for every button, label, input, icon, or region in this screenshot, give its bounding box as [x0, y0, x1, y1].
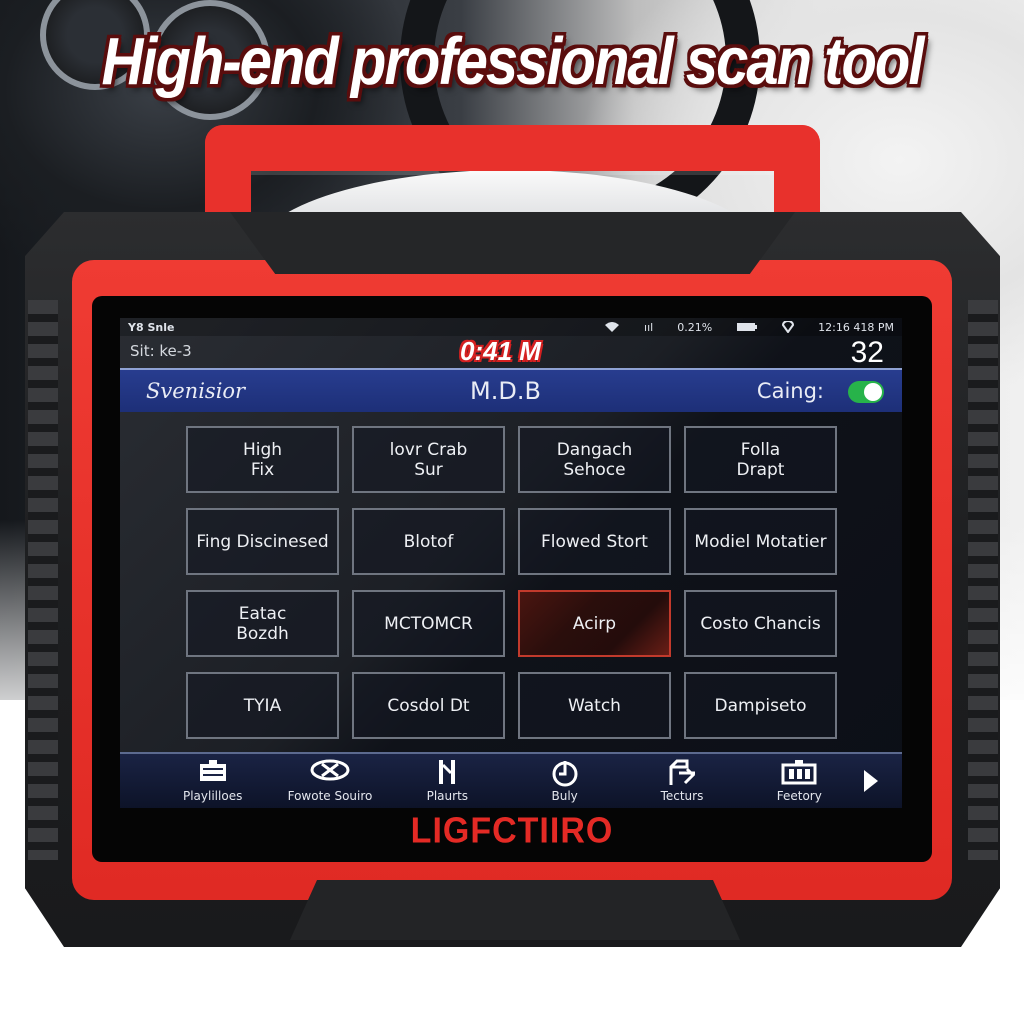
function-tile[interactable]: Modiel Motatier: [684, 508, 837, 575]
signal-icon: ııl: [644, 320, 654, 334]
right-grip: [968, 300, 998, 860]
bottom-nav: Playlilloes Fowote Souiro Plaurts Buly T…: [120, 752, 902, 808]
subheader-time: 0:41 M: [460, 336, 541, 366]
battery-percent: 0.21%: [677, 320, 713, 334]
bumper-bottom: [290, 880, 740, 940]
nav-label: Playlilloes: [182, 789, 243, 803]
nav-item-fowote-souiro[interactable]: Fowote Souiro: [271, 759, 388, 803]
function-tile[interactable]: Fing Discinesed: [186, 508, 339, 575]
function-tile[interactable]: lovr Crab Sur: [352, 426, 505, 493]
toolbox-icon: [198, 759, 228, 785]
nav-item-buly[interactable]: Buly: [506, 759, 623, 803]
bracket-icon: [437, 759, 457, 785]
wifi-icon: [604, 321, 620, 333]
nav-label: Fowote Souiro: [287, 789, 373, 803]
title-center: M.D.B: [470, 377, 541, 405]
caing-toggle[interactable]: [848, 381, 884, 403]
headline: High-end professional scan tool: [101, 24, 925, 99]
function-tile[interactable]: Cosdol Dt: [352, 672, 505, 739]
nav-item-feetory[interactable]: Feetory: [741, 759, 858, 803]
left-grip: [28, 300, 58, 860]
brand-logo: LIGFCTIIRO: [410, 811, 614, 851]
nav-item-tecturs[interactable]: Tecturs: [623, 759, 740, 803]
toggle-knob: [864, 383, 882, 401]
nav-label: Feetory: [776, 789, 822, 803]
nav-item-playlilloes[interactable]: Playlilloes: [154, 759, 271, 803]
function-grid: High Fix lovr Crab Sur Dangach Sehoce Fo…: [186, 426, 838, 739]
clock: 12:16 418 PM: [818, 320, 894, 334]
status-left-text: Y8 Snle: [128, 320, 175, 334]
function-tile[interactable]: Watch: [518, 672, 671, 739]
nav-label: Tecturs: [660, 789, 704, 803]
timer-icon: [551, 759, 579, 787]
tools-icon: [667, 759, 697, 785]
battery-icon: [781, 759, 817, 785]
function-tile[interactable]: High Fix: [186, 426, 339, 493]
status-bar: Y8 Snle ııl 0.21% 12:16 418 PM: [120, 318, 902, 336]
title-left: Svenisior: [146, 379, 246, 403]
title-bar: Svenisior M.D.B Caing:: [120, 368, 902, 412]
function-tile[interactable]: Blotof: [352, 508, 505, 575]
car-badge-icon: [310, 759, 350, 785]
function-tile[interactable]: Flowed Stort: [518, 508, 671, 575]
nav-label: Plaurts: [426, 789, 469, 803]
subheader-value: 32: [850, 336, 884, 369]
nav-label: Buly: [551, 789, 578, 803]
nav-item-plaurts[interactable]: Plaurts: [389, 759, 506, 803]
function-tile[interactable]: Folla Drapt: [684, 426, 837, 493]
function-tile-selected[interactable]: Acirp: [518, 590, 671, 657]
function-tile[interactable]: TYIA: [186, 672, 339, 739]
bumper-top: [230, 212, 795, 274]
subheader: Sit: ke-3 0:41 M 32: [120, 336, 902, 369]
battery-icon: [736, 322, 758, 332]
location-pin-icon: [782, 321, 795, 333]
function-tile[interactable]: MCTOMCR: [352, 590, 505, 657]
function-tile[interactable]: Dampiseto: [684, 672, 837, 739]
chevron-right-icon[interactable]: [863, 770, 878, 792]
function-tile[interactable]: Eatac Bozdh: [186, 590, 339, 657]
subheader-left-text: Sit: ke-3: [130, 342, 192, 360]
toggle-label: Caing:: [756, 379, 824, 403]
function-tile[interactable]: Dangach Sehoce: [518, 426, 671, 493]
device-screen: Y8 Snle ııl 0.21% 12:16 418 PM Sit: ke-3…: [120, 318, 902, 808]
function-tile[interactable]: Costo Chancis: [684, 590, 837, 657]
